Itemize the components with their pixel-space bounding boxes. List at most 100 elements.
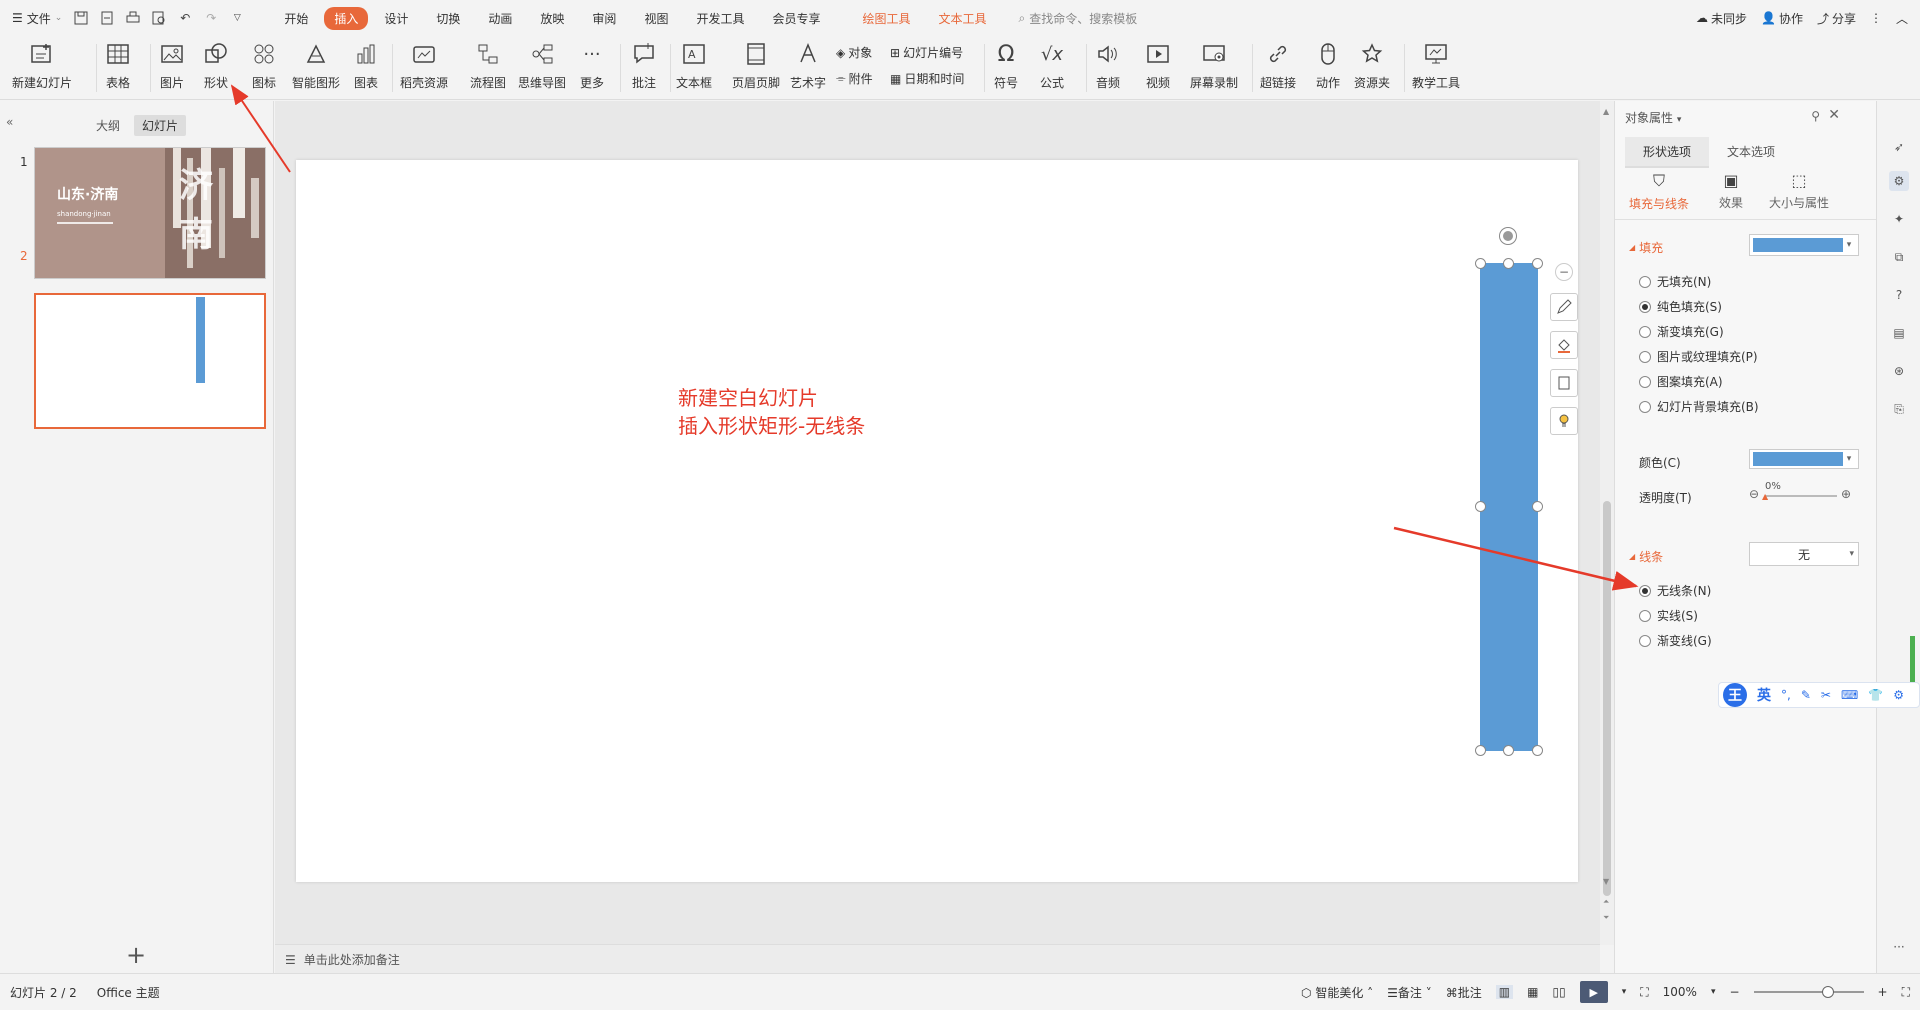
tab-view[interactable]: 视图 (632, 7, 680, 30)
audio-button[interactable]: 音频 (1094, 40, 1122, 96)
textbox-button[interactable]: A 文本框 (676, 40, 712, 96)
subtab-effects[interactable]: ▣ 效果 (1719, 171, 1743, 211)
file-menu[interactable]: ☰ 文件 ⌄ (12, 10, 62, 27)
help-icon[interactable]: ? (1889, 285, 1909, 305)
zoom-slider[interactable] (1753, 986, 1864, 998)
tab-transitions[interactable]: 切换 (424, 7, 472, 30)
radio-pattern-fill[interactable]: 图案填充(A) (1639, 373, 1723, 390)
add-slide-button[interactable]: + (126, 941, 146, 969)
datetime-button[interactable]: ▦ 日期和时间 (890, 70, 964, 87)
slide-thumbnail-2[interactable] (34, 293, 266, 429)
tab-outline[interactable]: 大纲 (88, 115, 128, 136)
icon-button[interactable]: 图标 (250, 40, 278, 96)
resize-handle-tr[interactable] (1532, 258, 1543, 269)
resize-handle-ml[interactable] (1475, 501, 1486, 512)
pen-icon[interactable] (1550, 293, 1578, 321)
tab-text-options[interactable]: 文本选项 (1709, 137, 1793, 168)
tab-developer[interactable]: 开发工具 (684, 7, 756, 30)
ime-language[interactable]: 英 (1757, 685, 1771, 705)
chart-button[interactable]: 图表 (352, 40, 380, 96)
tab-insert[interactable]: 插入 (324, 6, 369, 30)
sorter-view-icon[interactable]: ▦ (1527, 985, 1538, 999)
tab-animations[interactable]: 动画 (476, 7, 524, 30)
collab-button[interactable]: 👤 协作 (1761, 10, 1803, 27)
zoom-dropdown-icon[interactable]: ▾ (1711, 987, 1716, 997)
ime-logo[interactable]: 王 (1723, 683, 1747, 707)
shape-button[interactable]: 形状 (202, 40, 230, 96)
minus-circle-icon[interactable]: ⊖ (1749, 487, 1759, 501)
zoom-out-icon[interactable]: − (1729, 985, 1739, 999)
tab-design[interactable]: 设计 (372, 7, 420, 30)
play-slideshow-button[interactable]: ▶ (1579, 981, 1608, 1003)
resize-handle-bl[interactable] (1475, 745, 1486, 756)
slide-number-button[interactable]: ⊞ 幻灯片编号 (890, 44, 963, 61)
tab-drawing-tools[interactable]: 绘图工具 (850, 7, 922, 30)
transparency-slider[interactable]: ▲ (1762, 492, 1837, 501)
more-dots-icon[interactable]: ··· (1889, 937, 1909, 957)
table-button[interactable]: 表格 (104, 40, 132, 96)
next-slide-icon[interactable]: ⏷ (1603, 913, 1609, 923)
subtab-size[interactable]: ⬚ 大小与属性 (1769, 171, 1829, 211)
close-icon[interactable]: ✕ (1828, 107, 1840, 123)
comment-button[interactable]: 批注 (630, 40, 658, 96)
tab-slideshow[interactable]: 放映 (528, 7, 576, 30)
animation-icon[interactable]: ✦ (1889, 209, 1909, 229)
line-type-dropdown[interactable]: 无 ▾ (1749, 542, 1859, 566)
punctuation-icon[interactable]: °, (1781, 688, 1791, 702)
command-search[interactable]: ⌕ 查找命令、搜索模板 (1019, 10, 1138, 27)
header-footer-button[interactable]: 页眉页脚 (732, 40, 780, 96)
keyboard-icon[interactable]: ⌨ (1841, 688, 1858, 702)
more-button[interactable]: ··· 更多 (578, 40, 606, 96)
customize-toolbar-icon[interactable]: ▽ (228, 9, 246, 27)
tab-review[interactable]: 审阅 (580, 7, 628, 30)
print-icon[interactable] (124, 9, 142, 27)
teaching-tools-button[interactable]: 教学工具 (1412, 40, 1460, 96)
radio-background-fill[interactable]: 幻灯片背景填充(B) (1639, 398, 1759, 415)
resize-handle-mr[interactable] (1532, 501, 1543, 512)
symbol-button[interactable]: Ω 符号 (992, 40, 1020, 96)
share-button[interactable]: ⤴ 分享 (1817, 10, 1856, 27)
new-slide-button[interactable]: 新建幻灯片 (12, 40, 72, 96)
plus-circle-icon[interactable]: ⊕ (1841, 487, 1851, 501)
slide-thumbnail-1[interactable]: 山东·济南 shandong·jinan 济南 (34, 147, 266, 279)
resize-handle-br[interactable] (1532, 745, 1543, 756)
subtab-fill-line[interactable]: ⛉ 填充与线条 (1629, 171, 1689, 212)
notes-area[interactable]: ☰ 单击此处添加备注 (275, 944, 1600, 974)
resource-folder-button[interactable]: 资源夹 (1354, 40, 1390, 96)
rocket-icon[interactable]: ➶ (1889, 137, 1909, 157)
hyperlink-button[interactable]: 超链接 (1260, 40, 1296, 96)
fit-window-icon[interactable]: ⛶ (1640, 985, 1648, 1000)
settings-icon[interactable]: ⚙ (1893, 688, 1904, 702)
fill-bucket-icon[interactable] (1550, 331, 1578, 359)
screen-record-button[interactable]: 屏幕录制 (1190, 40, 1238, 96)
picture-button[interactable]: 图片 (158, 40, 186, 96)
redo-icon[interactable]: ↷ (202, 9, 220, 27)
resize-handle-bc[interactable] (1503, 745, 1514, 756)
scissors-icon[interactable]: ✂ (1821, 688, 1831, 702)
tab-shape-options[interactable]: 形状选项 (1625, 137, 1710, 168)
scroll-up-icon[interactable]: ▲ (1603, 107, 1609, 116)
image-tools-icon[interactable]: ▤ (1889, 323, 1909, 343)
zoom-level[interactable]: 100% (1663, 985, 1697, 999)
flowchart-button[interactable]: 流程图 (470, 40, 506, 96)
fill-section-header[interactable]: ◢ 填充 (1629, 239, 1663, 256)
comment-toggle[interactable]: ⌘批注 (1446, 984, 1482, 1001)
handwriting-icon[interactable]: ✎ (1801, 688, 1811, 702)
color-picker[interactable]: ▾ (1749, 449, 1859, 469)
fullscreen-icon[interactable]: ⛶ (1902, 985, 1910, 1000)
radio-no-fill[interactable]: 无填充(N) (1639, 273, 1711, 290)
sync-status[interactable]: ☁ 未同步 (1696, 10, 1747, 27)
rotate-handle[interactable] (1500, 228, 1516, 244)
collapse-pane-icon[interactable]: « (6, 115, 13, 129)
scrollbar-thumb[interactable] (1603, 501, 1611, 896)
print-preview-icon[interactable] (150, 9, 168, 27)
radio-solid-line[interactable]: 实线(S) (1639, 607, 1698, 624)
line-section-header[interactable]: ◢ 线条 (1629, 548, 1663, 565)
play-dropdown-icon[interactable]: ▾ (1622, 987, 1627, 997)
undo-icon[interactable]: ↶ (176, 9, 194, 27)
save-icon[interactable] (72, 9, 90, 27)
skin-icon[interactable]: 👕 (1868, 688, 1883, 702)
tab-member[interactable]: 会员专享 (760, 7, 832, 30)
object-button[interactable]: ◈ 对象 (836, 44, 872, 61)
formula-button[interactable]: √x 公式 (1038, 40, 1066, 96)
